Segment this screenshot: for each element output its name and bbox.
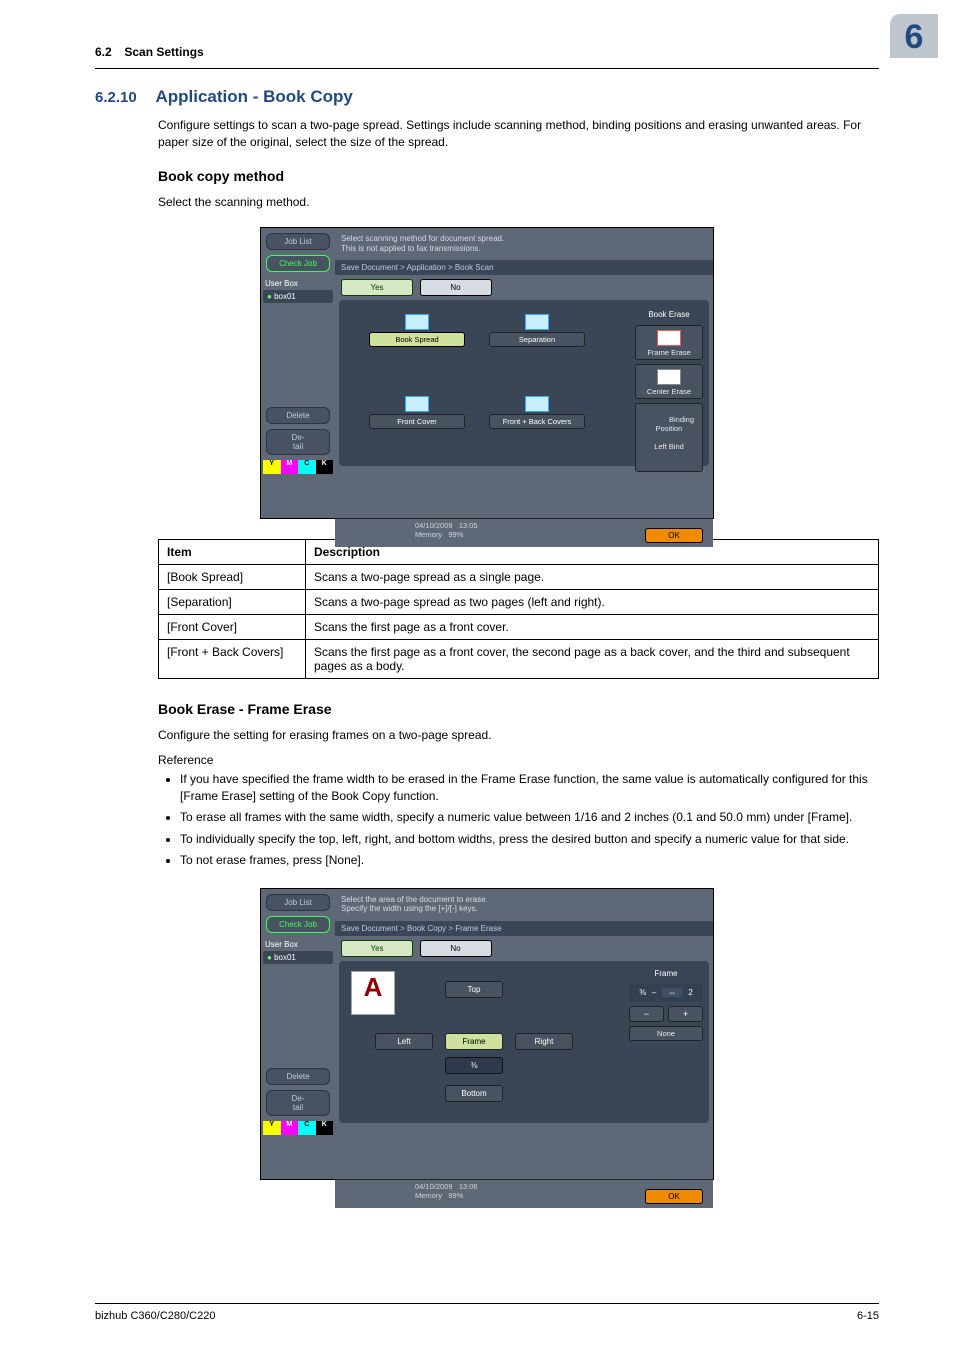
check-job-button[interactable]: Check Job: [266, 255, 330, 272]
delete-button[interactable]: Delete: [266, 407, 330, 424]
user-box-label: User Box: [261, 277, 335, 290]
yes-no-row: Yes No: [335, 936, 713, 961]
chapter-number: 6: [890, 14, 938, 60]
right-side-panel: Book Erase Frame Erase Center Erase Bind…: [633, 300, 705, 476]
screenshot-frame-erase: Job List Check Job User Box ● box01 Dele…: [260, 888, 714, 1180]
list-item: To individually specify the top, left, r…: [180, 831, 879, 848]
yes-button[interactable]: Yes: [341, 940, 413, 957]
method-text: Select the scanning method.: [158, 194, 879, 211]
footer-left: bizhub C360/C280/C220: [95, 1310, 215, 1322]
right-button[interactable]: Right: [515, 1033, 573, 1050]
left-button[interactable]: Left: [375, 1033, 433, 1050]
footer-right: 6-15: [857, 1310, 879, 1322]
none-button[interactable]: None: [629, 1026, 703, 1041]
user-box-item[interactable]: ● box01: [263, 290, 333, 303]
check-job-button[interactable]: Check Job: [266, 916, 330, 933]
ok-button[interactable]: OK: [645, 528, 703, 543]
minus-button[interactable]: −: [629, 1006, 664, 1022]
screenshot-book-scan: Job List Check Job User Box ● box01 Dele…: [260, 227, 714, 519]
erase-text: Configure the setting for erasing frames…: [158, 727, 879, 744]
directions-area: A Top Left Frame Right ⅜ Bottom Frame ⅜ …: [339, 961, 709, 1123]
frame-header: Frame: [627, 967, 705, 980]
delete-button[interactable]: Delete: [266, 1068, 330, 1085]
toner-levels: YMCK: [263, 460, 333, 474]
intro-text: Configure settings to scan a two-page sp…: [158, 117, 879, 152]
frame-erase-icon: [657, 330, 681, 346]
no-button[interactable]: No: [420, 940, 492, 957]
table-row: [Book Spread]Scans a two-page spread as …: [159, 565, 879, 590]
swap-icon[interactable]: ⇔: [662, 988, 682, 997]
frame-value: ⅜: [445, 1057, 503, 1074]
job-list-button[interactable]: Job List: [266, 233, 330, 250]
user-box-label: User Box: [261, 938, 335, 951]
top-button[interactable]: Top: [445, 981, 503, 998]
hint-text: Select the area of the document to erase…: [335, 889, 713, 921]
preview-a: A: [351, 971, 395, 1015]
sub-heading-method: Book copy method: [158, 168, 879, 184]
th-item: Item: [159, 540, 306, 565]
panel-footer: 04/10/2009 13:06 Memory 99% OK: [335, 1179, 713, 1208]
book-erase-header: Book Erase: [633, 308, 705, 321]
item-description-table: Item Description [Book Spread]Scans a tw…: [158, 539, 879, 679]
right-side-panel: Frame ⅜ – ⇔ 2 − + None: [627, 965, 705, 1045]
breadcrumb: Save Document > Application > Book Scan: [335, 260, 713, 275]
plus-button[interactable]: +: [668, 1006, 703, 1022]
table-row: [Front + Back Covers]Scans the first pag…: [159, 640, 879, 679]
table-row: [Front Cover]Scans the first page as a f…: [159, 615, 879, 640]
heading-title: Application - Book Copy: [155, 87, 352, 106]
heading-row: 6.2.10 Application - Book Copy: [95, 87, 879, 107]
job-list-button[interactable]: Job List: [266, 894, 330, 911]
list-item: To erase all frames with the same width,…: [180, 809, 879, 826]
hint-text: Select scanning method for document spre…: [335, 228, 713, 260]
toner-levels: YMCK: [263, 1121, 333, 1135]
bottom-button[interactable]: Bottom: [445, 1085, 503, 1102]
separation-icon: [525, 314, 549, 330]
table-row: [Separation]Scans a two-page spread as t…: [159, 590, 879, 615]
yes-no-row: Yes No: [335, 275, 713, 300]
frame-erase-button[interactable]: Frame Erase: [635, 325, 703, 360]
detail-button[interactable]: De- tail: [266, 429, 330, 455]
panel-footer: 04/10/2009 13:05 Memory 99% OK: [335, 518, 713, 547]
section-title: Scan Settings: [124, 45, 203, 59]
breadcrumb: Save Document > Book Copy > Frame Erase: [335, 921, 713, 936]
binding-position-button[interactable]: Binding Position Left Bind: [635, 403, 703, 472]
opt-front-back-covers[interactable]: Front + Back Covers: [489, 388, 585, 454]
reference-list: If you have specified the frame width to…: [180, 771, 879, 870]
book-spread-icon: [405, 314, 429, 330]
center-erase-icon: [657, 369, 681, 385]
frame-button[interactable]: Frame: [445, 1033, 503, 1050]
range-display: ⅜ – ⇔ 2: [629, 984, 703, 1002]
page-header-left: 6.2 Scan Settings: [95, 45, 204, 59]
opt-separation[interactable]: Separation: [489, 306, 585, 372]
no-button[interactable]: No: [420, 279, 492, 296]
front-back-covers-icon: [525, 396, 549, 412]
sub-heading-erase: Book Erase - Frame Erase: [158, 701, 879, 717]
reference-label: Reference: [158, 753, 879, 767]
header-divider: [95, 68, 879, 69]
center-erase-button[interactable]: Center Erase: [635, 364, 703, 399]
ok-button[interactable]: OK: [645, 1189, 703, 1204]
chapter-badge: 6: [890, 14, 938, 58]
page-footer: bizhub C360/C280/C220 6-15: [95, 1303, 879, 1322]
front-cover-icon: [405, 396, 429, 412]
list-item: If you have specified the frame width to…: [180, 771, 879, 806]
opt-front-cover[interactable]: Front Cover: [369, 388, 465, 454]
list-item: To not erase frames, press [None].: [180, 852, 879, 869]
heading-number: 6.2.10: [95, 89, 151, 106]
yes-button[interactable]: Yes: [341, 279, 413, 296]
user-box-item[interactable]: ● box01: [263, 951, 333, 964]
section-number: 6.2: [95, 45, 121, 59]
options-area: Book Spread Separation Front Cover Front…: [339, 300, 709, 466]
detail-button[interactable]: De- tail: [266, 1090, 330, 1116]
opt-book-spread[interactable]: Book Spread: [369, 306, 465, 372]
